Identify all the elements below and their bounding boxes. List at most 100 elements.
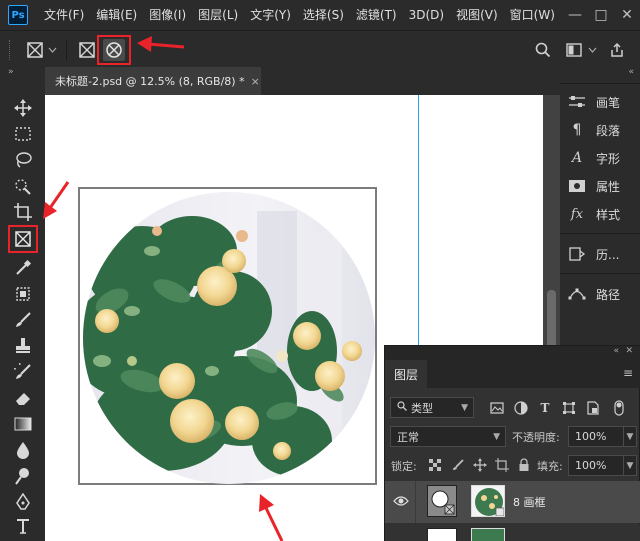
fill-dropdown-button[interactable]: ▼ [623,455,637,476]
opacity-input[interactable]: 100% [568,426,624,447]
gradient-tool-icon[interactable] [12,413,34,435]
tools-panel: » [0,67,45,541]
layer-row[interactable]: 8 画框 [385,481,640,523]
fill-input[interactable]: 100% [568,455,624,476]
chevron-down-icon[interactable] [46,39,58,61]
crop-tool-icon[interactable] [12,201,34,223]
lock-image-pixels-icon[interactable] [451,458,465,472]
visibility-eye-icon[interactable] [393,495,409,510]
panel-menu-icon[interactable]: ≡ [623,366,633,380]
dock-item-label: 样式 [596,207,621,222]
dock-item-label: 字形 [596,151,621,166]
menu-bar: Ps 文件(F) 编辑(E) 图像(I) 图层(L) 文字(Y) 选择(S) 滤… [0,0,640,30]
layer-thumbnail [427,528,457,541]
type-tool-icon[interactable] [12,515,34,537]
filter-toggle-icon[interactable] [611,400,627,416]
fill-label: 填充: [537,460,563,473]
maximize-button[interactable]: □ [588,7,614,23]
brush-tool-icon[interactable] [12,309,34,331]
menu-select[interactable]: 选择(S) [297,0,350,30]
menu-edit[interactable]: 编辑(E) [90,0,143,30]
elliptical-frame-bounds[interactable] [78,187,377,485]
styles-icon: fx [570,206,584,222]
filter-smart-object-icon[interactable] [585,400,601,416]
opacity-value: 100% [575,430,607,443]
window-controls: — □ ✕ [562,0,640,30]
lock-artboard-icon[interactable] [495,458,509,472]
frame-tool-highlight-box [8,225,38,253]
menu-window[interactable]: 窗口(W) [504,0,561,30]
dock-item-label: 画笔 [596,95,621,110]
blend-mode-select[interactable]: 正常 ▼ [390,426,506,447]
menu-image[interactable]: 图像(I) [143,0,192,30]
pen-tool-icon[interactable] [12,491,34,513]
chevron-down-icon: ▼ [461,402,468,413]
tab-layers[interactable]: 图层 [385,360,427,388]
menu-view[interactable]: 视图(V) [450,0,504,30]
spot-healing-tool-icon[interactable] [12,283,34,305]
dock-item-history[interactable]: 历... [566,241,636,267]
marquee-tool-icon[interactable] [12,123,34,145]
share-icon[interactable] [606,39,628,61]
properties-icon [566,177,588,195]
blur-tool-icon[interactable] [12,439,34,461]
photoshop-logo: Ps [8,5,28,25]
document-tab-title: 未标题-2.psd @ 12.5% (8, RGB/8) * [55,75,245,88]
clone-stamp-tool-icon[interactable] [12,335,34,357]
filter-adjustment-icon[interactable] [513,400,529,416]
opacity-label: 不透明度: [512,431,560,444]
minimize-button[interactable]: — [562,7,588,23]
rectangular-frame-icon[interactable] [76,39,98,61]
search-icon[interactable] [532,39,554,61]
dock-item-label: 路径 [596,287,621,302]
collapse-dock-icon[interactable]: « [628,67,634,77]
menu-filter[interactable]: 滤镜(T) [350,0,403,30]
layer-row-divider [415,481,416,523]
paragraph-icon: ¶ [572,122,582,138]
options-grip [9,40,11,60]
dock-item-properties[interactable]: 属性 [566,173,636,199]
layer-thumbnail [471,528,505,541]
dock-item-label: 历... [596,247,620,262]
filter-pixel-icon[interactable] [489,400,505,416]
lasso-tool-icon[interactable] [12,149,34,171]
dock-item-paragraph[interactable]: ¶ 段落 [566,117,636,143]
collapse-panel-icon[interactable]: « [613,346,619,356]
dock-separator [560,233,640,234]
lock-all-icon[interactable] [517,458,531,472]
document-tab[interactable]: 未标题-2.psd @ 12.5% (8, RGB/8) * × [45,67,261,95]
dodge-tool-icon[interactable] [12,465,34,487]
opacity-dropdown-button[interactable]: ▼ [623,426,637,447]
close-button[interactable]: ✕ [614,7,640,23]
filter-type-icon[interactable]: T [537,400,553,416]
dock-item-styles[interactable]: fx 样式 [566,201,636,227]
menu-layer[interactable]: 图层(L) [192,0,244,30]
menu-3d[interactable]: 3D(D) [403,0,450,30]
frame-tool-preset-icon[interactable] [24,39,46,61]
workspace-chevron-icon[interactable] [586,39,598,61]
collapse-toolbar-icon[interactable]: » [0,67,45,79]
dock-item-paths[interactable]: 路径 [566,281,636,307]
lock-position-icon[interactable] [473,458,487,472]
dock-item-brush-settings[interactable]: 画笔 [566,89,636,115]
dock-separator [560,273,640,274]
layers-panel: « ✕ 图层 ≡ 类型 ▼ T 正常 ▼ 不透明度: 100% ▼ 锁定: 填充… [384,345,640,541]
menu-type[interactable]: 文字(Y) [244,0,297,30]
filter-kind-select[interactable]: 类型 ▼ [390,397,474,418]
close-tab-icon[interactable]: × [251,75,260,88]
dock-item-glyphs[interactable]: A 字形 [566,145,636,171]
layer-row[interactable] [385,524,640,541]
menu-file[interactable]: 文件(F) [38,0,90,30]
blend-opacity-row: 正常 ▼ 不透明度: 100% ▼ [385,425,640,449]
workspace-icon[interactable] [563,39,585,61]
quick-selection-tool-icon[interactable] [12,175,34,197]
lock-transparent-pixels-icon[interactable] [428,458,442,472]
eraser-tool-icon[interactable] [12,387,34,409]
layers-panel-header: « ✕ [385,346,640,360]
document-tab-bar: 未标题-2.psd @ 12.5% (8, RGB/8) * × [45,67,560,95]
close-panel-icon[interactable]: ✕ [625,346,633,356]
filter-shape-icon[interactable] [561,400,577,416]
history-brush-tool-icon[interactable] [12,361,34,383]
move-tool-icon[interactable] [12,97,34,119]
eyedropper-tool-icon[interactable] [12,257,34,279]
